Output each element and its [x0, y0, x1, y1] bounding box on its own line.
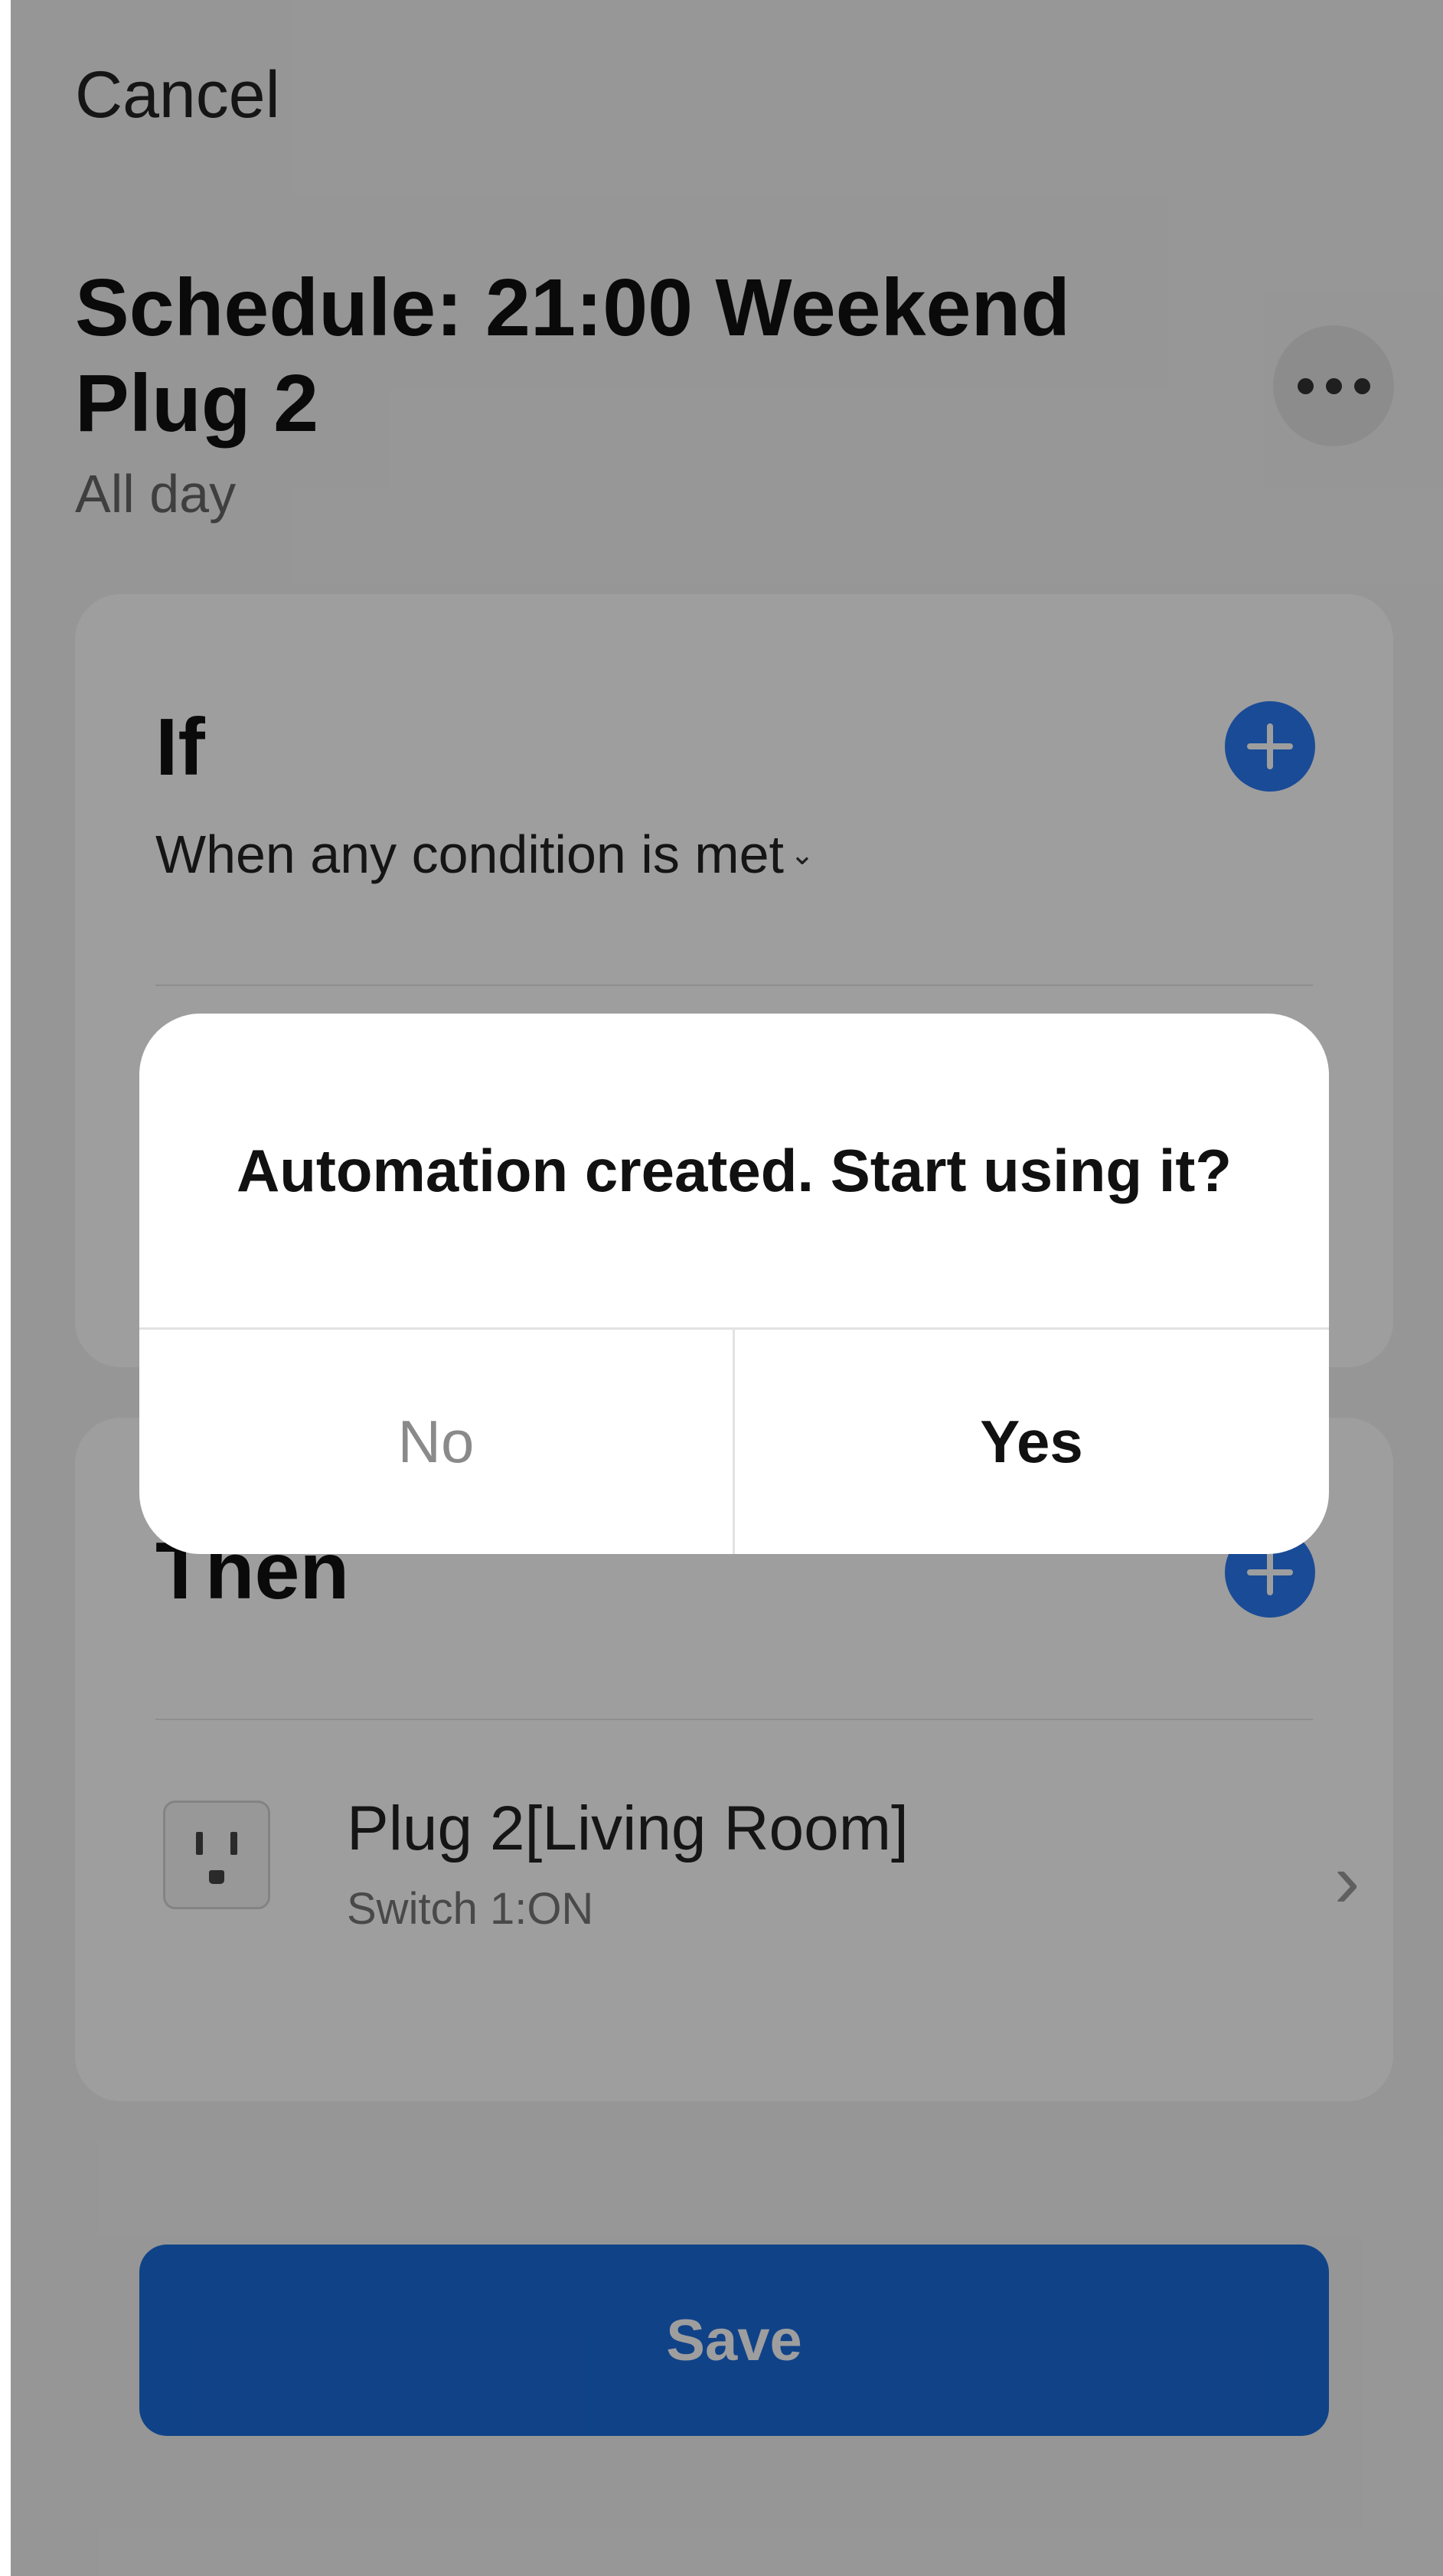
dialog-message: Automation created. Start using it?	[236, 1136, 1232, 1204]
confirm-dialog: Automation created. Start using it? No Y…	[139, 1014, 1329, 1554]
yes-button[interactable]: Yes	[735, 1330, 1328, 1554]
no-button[interactable]: No	[139, 1330, 733, 1554]
screen-edge	[0, 0, 11, 2576]
automation-edit-screen: Cancel Schedule: 21:00 Weekend Plug 2 Al…	[0, 0, 1443, 2576]
